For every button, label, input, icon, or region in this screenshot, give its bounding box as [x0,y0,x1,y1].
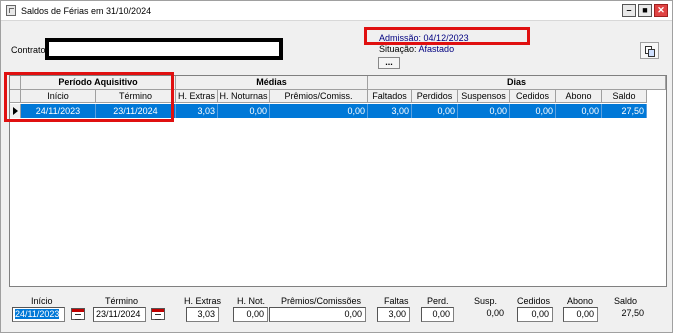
group-dias: Dias [368,76,666,90]
termino-date-field[interactable]: 23/11/2024 [93,307,146,322]
footer-label-termino: Término [105,296,139,306]
col-cedidos[interactable]: Cedidos [510,90,556,103]
close-button[interactable]: ✕ [654,4,668,17]
situacao-value: Afastado [418,44,455,54]
col-h-noturnas[interactable]: H. Noturnas [218,90,270,103]
minimize-button[interactable]: – [622,4,636,17]
app-icon [6,5,16,16]
footer-label-h-extras: H. Extras [184,296,222,306]
inicio-date-value: 24/11/2023 [15,309,60,319]
maximize-button[interactable]: ■ [638,4,652,17]
footer-label-cedidos: Cedidos [517,296,551,306]
cell-h-noturnas[interactable]: 0,00 [218,104,270,118]
footer-label-faltas: Faltas [384,296,409,306]
cedidos-field[interactable]: 0,00 [517,307,553,322]
col-h-extras[interactable]: H. Extras [176,90,218,103]
cell-perdidos[interactable]: 0,00 [412,104,458,118]
faltas-field[interactable]: 3,00 [377,307,410,322]
contrato-label: Contrato [11,45,46,55]
cell-h-extras[interactable]: 3,03 [176,104,218,118]
col-abono[interactable]: Abono [556,90,602,103]
footer-label-inicio: Início [31,296,53,306]
contrato-field[interactable] [45,38,283,60]
cell-premios[interactable]: 0,00 [270,104,368,118]
perd-field[interactable]: 0,00 [421,307,454,322]
cell-saldo[interactable]: 27,50 [602,104,647,118]
susp-field: 0,00 [486,308,504,318]
copy-icon-front-page [648,49,655,57]
inicio-date-field[interactable]: 24/11/2023 [12,307,65,322]
cell-cedidos[interactable]: 0,00 [510,104,556,118]
footer-label-susp: Susp. [474,296,498,306]
premios-field[interactable]: 0,00 [269,307,366,322]
footer-label-h-not: H. Not. [237,296,266,306]
col-faltados[interactable]: Faltados [368,90,412,103]
footer-label-abono: Abono [567,296,594,306]
footer-label-premios: Prêmios/Comissões [281,296,362,306]
saldos-ferias-window: Saldos de Férias em 31/10/2024 – ■ ✕ Con… [0,0,673,333]
saldo-field: 27,50 [621,308,644,318]
periodo-highlight-box [4,72,174,122]
col-suspensos[interactable]: Suspensos [458,90,510,103]
ellipsis-button[interactable]: ... [378,57,400,69]
footer-label-perd: Perd. [427,296,449,306]
col-perdidos[interactable]: Perdidos [412,90,458,103]
col-saldo[interactable]: Saldo [602,90,647,103]
h-not-field[interactable]: 0,00 [233,307,268,322]
title-bar[interactable]: Saldos de Férias em 31/10/2024 – ■ ✕ [1,1,672,21]
window-title: Saldos de Férias em 31/10/2024 [21,6,152,16]
calendar-icon[interactable] [151,308,165,320]
admissao-highlight-box [364,27,530,45]
abono-field[interactable]: 0,00 [563,307,598,322]
calendar-icon[interactable] [71,308,85,320]
cell-abono[interactable]: 0,00 [556,104,602,118]
col-premios-comiss[interactable]: Prêmios/Comiss. [270,90,368,103]
group-medias: Médias [176,76,368,90]
situacao-info: Situação: Afastado [379,44,454,54]
cell-suspensos[interactable]: 0,00 [458,104,510,118]
footer-label-saldo: Saldo [614,296,638,306]
cell-faltados[interactable]: 3,00 [368,104,412,118]
copy-button[interactable] [640,42,659,59]
h-extras-field[interactable]: 3,03 [186,307,219,322]
situacao-label: Situação: [379,44,417,54]
